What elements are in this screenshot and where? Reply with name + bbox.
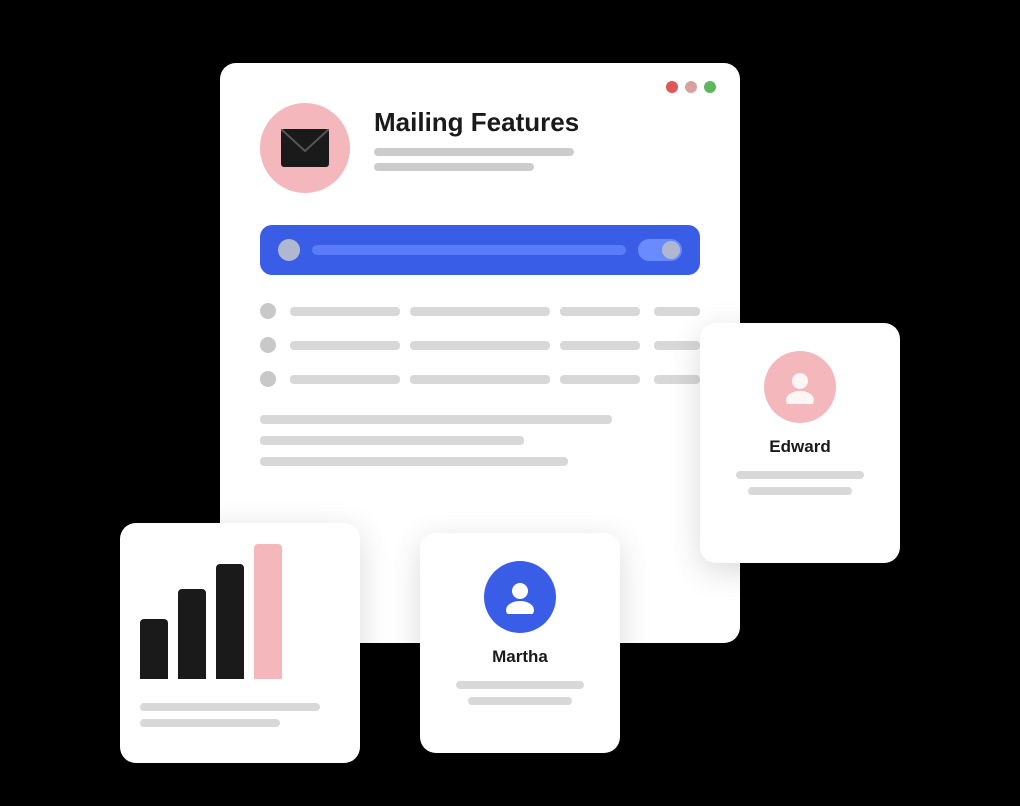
main-card-header: Mailing Features bbox=[260, 103, 700, 193]
row-content bbox=[290, 375, 640, 384]
mail-icon bbox=[281, 129, 329, 167]
title-line-1 bbox=[374, 148, 574, 156]
page-title: Mailing Features bbox=[374, 107, 579, 138]
row-line bbox=[410, 307, 550, 316]
content-line bbox=[260, 415, 612, 424]
bar-4 bbox=[254, 544, 282, 679]
profile-line bbox=[736, 471, 864, 479]
row-line bbox=[560, 341, 640, 350]
edward-card: Edward bbox=[700, 323, 900, 563]
list-rows bbox=[260, 303, 700, 387]
dot-red bbox=[666, 81, 678, 93]
row-line bbox=[560, 375, 640, 384]
row-line bbox=[410, 375, 550, 384]
chart-card bbox=[120, 523, 360, 763]
chart-area bbox=[140, 547, 340, 687]
profile-line bbox=[456, 681, 584, 689]
scene: Mailing Features bbox=[120, 43, 900, 763]
row-line bbox=[560, 307, 640, 316]
row-content bbox=[290, 341, 640, 350]
martha-card: Martha bbox=[420, 533, 620, 753]
edward-lines bbox=[720, 471, 880, 495]
bar-1 bbox=[140, 619, 168, 679]
row-content bbox=[290, 307, 640, 316]
row-bullet bbox=[260, 371, 276, 387]
bar-2 bbox=[178, 589, 206, 679]
dot-yellow bbox=[685, 81, 697, 93]
search-input-bar bbox=[312, 245, 626, 255]
table-row bbox=[260, 337, 700, 353]
chart-label-line bbox=[140, 719, 280, 727]
row-line bbox=[410, 341, 550, 350]
row-line-end bbox=[654, 307, 700, 316]
profile-line bbox=[748, 487, 852, 495]
chart-labels bbox=[140, 703, 340, 727]
bar-3 bbox=[216, 564, 244, 679]
search-dot bbox=[278, 239, 300, 261]
edward-name: Edward bbox=[769, 437, 830, 457]
row-line bbox=[290, 307, 400, 316]
person-icon bbox=[503, 580, 537, 614]
content-line bbox=[260, 457, 568, 466]
main-card-title: Mailing Features bbox=[374, 103, 579, 178]
window-dots bbox=[666, 81, 716, 93]
profile-line bbox=[468, 697, 572, 705]
table-row bbox=[260, 303, 700, 319]
chart-label-line bbox=[140, 703, 320, 711]
edward-avatar bbox=[764, 351, 836, 423]
row-line bbox=[290, 341, 400, 350]
toggle-knob bbox=[662, 241, 680, 259]
search-bar[interactable] bbox=[260, 225, 700, 275]
row-bullet bbox=[260, 337, 276, 353]
content-line bbox=[260, 436, 524, 445]
toggle-switch[interactable] bbox=[638, 239, 682, 261]
dot-green bbox=[704, 81, 716, 93]
martha-name: Martha bbox=[492, 647, 548, 667]
row-bullet bbox=[260, 303, 276, 319]
row-line bbox=[290, 375, 400, 384]
person-icon bbox=[783, 370, 817, 404]
mail-avatar bbox=[260, 103, 350, 193]
row-line-end bbox=[654, 341, 700, 350]
table-row bbox=[260, 371, 700, 387]
martha-lines bbox=[440, 681, 600, 705]
row-line-end bbox=[654, 375, 700, 384]
martha-avatar bbox=[484, 561, 556, 633]
title-line-2 bbox=[374, 163, 534, 171]
bottom-content bbox=[260, 415, 700, 466]
